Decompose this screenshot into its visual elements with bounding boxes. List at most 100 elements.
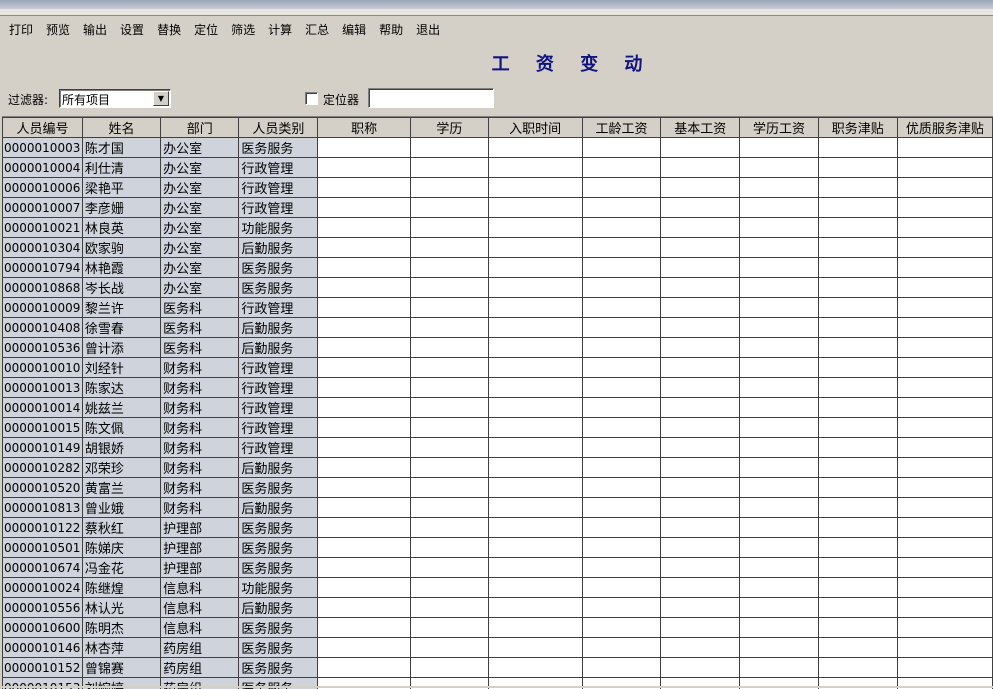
table-cell-empty[interactable] [582,338,661,358]
column-header[interactable]: 职称 [318,118,411,138]
table-cell-empty[interactable] [818,618,897,638]
table-cell-empty[interactable] [318,478,411,498]
table-cell-empty[interactable] [411,398,489,418]
table-cell-empty[interactable] [411,218,489,238]
table-row[interactable]: 0000010520黄富兰财务科医务服务 [3,478,993,498]
table-cell-empty[interactable] [818,258,897,278]
table-cell[interactable]: 0000010520 [3,478,83,498]
table-cell-empty[interactable] [818,378,897,398]
table-cell-empty[interactable] [488,338,582,358]
table-cell-empty[interactable] [582,478,661,498]
table-cell[interactable]: 医务服务 [239,278,318,298]
table-cell[interactable]: 行政管理 [239,198,318,218]
table-cell-empty[interactable] [318,178,411,198]
table-cell[interactable]: 办公室 [161,158,239,178]
menu-button[interactable]: 设置 [115,19,149,41]
table-cell-empty[interactable] [818,278,897,298]
table-cell[interactable]: 0000010009 [3,298,83,318]
table-cell-empty[interactable] [582,558,661,578]
table-cell-empty[interactable] [661,558,740,578]
menu-button[interactable]: 预览 [41,19,75,41]
table-cell[interactable]: 刘经针 [82,358,160,378]
table-cell-empty[interactable] [661,478,740,498]
table-cell-empty[interactable] [661,498,740,518]
table-cell-empty[interactable] [740,598,819,618]
table-cell[interactable]: 岑长战 [82,278,160,298]
table-cell[interactable]: 功能服务 [239,578,318,598]
table-cell[interactable]: 0000010674 [3,558,83,578]
table-cell[interactable]: 0000010006 [3,178,83,198]
table-cell[interactable]: 0000010013 [3,378,83,398]
table-cell-empty[interactable] [411,498,489,518]
table-cell-empty[interactable] [818,498,897,518]
menu-button[interactable]: 筛选 [226,19,260,41]
table-cell-empty[interactable] [318,298,411,318]
table-cell[interactable]: 财务科 [161,498,239,518]
table-cell-empty[interactable] [661,278,740,298]
table-cell-empty[interactable] [411,138,489,158]
column-header[interactable]: 人员编号 [3,118,83,138]
table-cell-empty[interactable] [318,198,411,218]
table-cell[interactable]: 陈才国 [82,138,160,158]
table-cell-empty[interactable] [661,238,740,258]
table-row[interactable]: 0000010149胡银娇财务科行政管理 [3,438,993,458]
table-cell-empty[interactable] [661,418,740,438]
table-cell-empty[interactable] [582,278,661,298]
salary-grid[interactable]: 人员编号姓名部门人员类别职称学历入职时间工龄工资基本工资学历工资职务津贴优质服务… [2,116,993,689]
table-cell-empty[interactable] [740,178,819,198]
table-cell[interactable]: 行政管理 [239,158,318,178]
table-cell-empty[interactable] [740,638,819,658]
table-cell-empty[interactable] [411,298,489,318]
table-cell[interactable]: 行政管理 [239,438,318,458]
table-cell-empty[interactable] [488,438,582,458]
table-cell-empty[interactable] [818,338,897,358]
table-cell-empty[interactable] [488,418,582,438]
table-cell[interactable]: 姚兹兰 [82,398,160,418]
table-cell[interactable]: 陈娣庆 [82,538,160,558]
menu-button[interactable]: 替换 [152,19,186,41]
table-cell[interactable]: 0000010149 [3,438,83,458]
locate-input[interactable] [368,88,494,108]
table-cell-empty[interactable] [897,498,992,518]
table-cell-empty[interactable] [818,218,897,238]
table-cell[interactable]: 医务服务 [239,518,318,538]
table-cell-empty[interactable] [897,418,992,438]
table-cell-empty[interactable] [411,418,489,438]
table-cell[interactable]: 医务科 [161,318,239,338]
table-cell-empty[interactable] [818,518,897,538]
table-cell[interactable]: 医务服务 [239,618,318,638]
table-cell[interactable]: 欧家驹 [82,238,160,258]
table-cell-empty[interactable] [818,438,897,458]
table-cell-empty[interactable] [897,138,992,158]
table-cell-empty[interactable] [318,318,411,338]
table-cell-empty[interactable] [661,338,740,358]
table-cell[interactable]: 财务科 [161,478,239,498]
table-cell-empty[interactable] [582,638,661,658]
table-cell-empty[interactable] [488,158,582,178]
table-cell-empty[interactable] [740,578,819,598]
table-cell-empty[interactable] [740,278,819,298]
table-cell-empty[interactable] [661,658,740,678]
locate-checkbox[interactable] [305,92,318,105]
table-cell-empty[interactable] [318,618,411,638]
table-cell-empty[interactable] [318,598,411,618]
table-cell[interactable]: 0000010122 [3,518,83,538]
table-cell[interactable]: 0000010408 [3,318,83,338]
table-cell-empty[interactable] [411,318,489,338]
table-row[interactable]: 0000010600陈明杰信息科医务服务 [3,618,993,638]
table-cell-empty[interactable] [318,138,411,158]
table-cell[interactable]: 0000010003 [3,138,83,158]
table-cell-empty[interactable] [488,658,582,678]
table-cell[interactable]: 行政管理 [239,178,318,198]
table-cell-empty[interactable] [318,278,411,298]
table-cell-empty[interactable] [582,438,661,458]
table-cell[interactable]: 邓荣珍 [82,458,160,478]
table-cell-empty[interactable] [740,618,819,638]
table-cell[interactable]: 行政管理 [239,378,318,398]
table-cell-empty[interactable] [318,338,411,358]
table-cell-empty[interactable] [318,258,411,278]
table-cell[interactable]: 利仕清 [82,158,160,178]
table-cell-empty[interactable] [661,318,740,338]
table-cell-empty[interactable] [488,138,582,158]
table-cell-empty[interactable] [582,318,661,338]
